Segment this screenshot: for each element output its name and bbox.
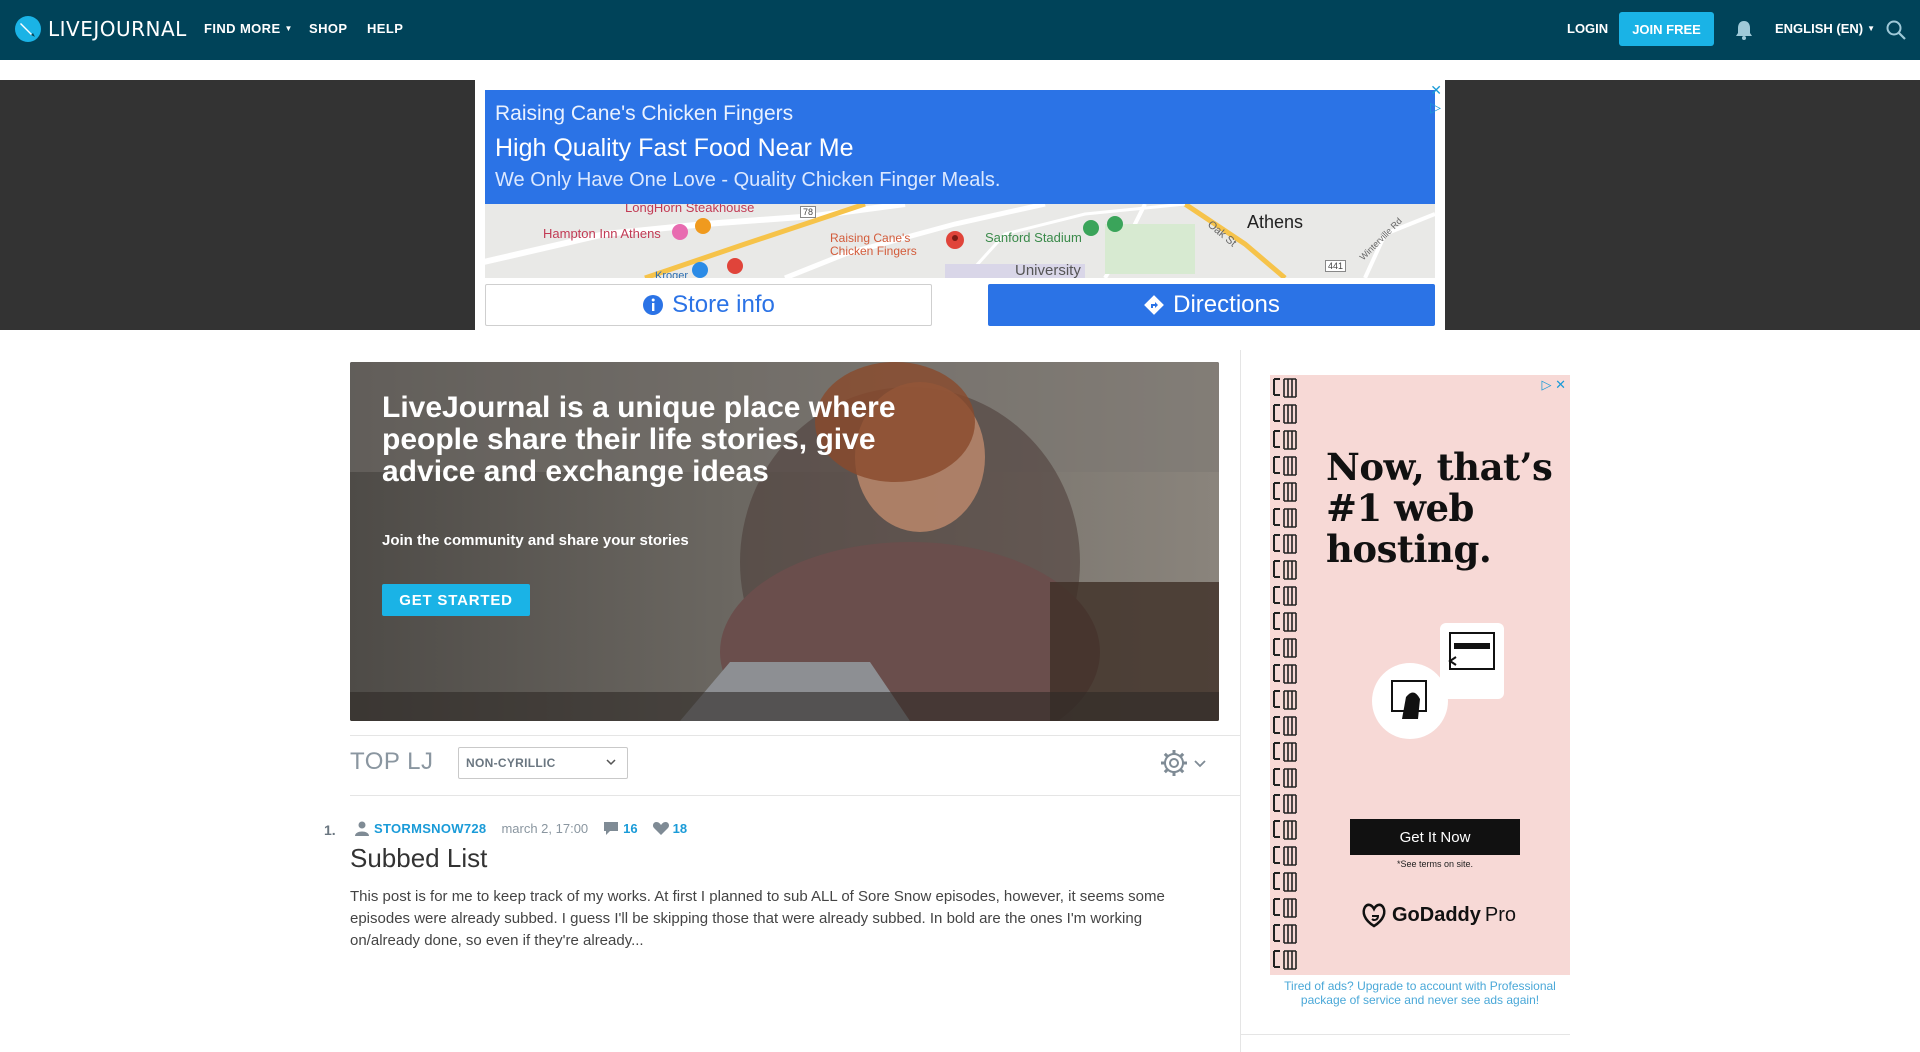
brand-name: GoDaddy <box>1392 903 1481 926</box>
caret-down-icon: ▼ <box>1867 24 1876 33</box>
nav-find-more-label: FIND MORE <box>204 21 281 36</box>
caret-down-icon: ▼ <box>284 24 293 33</box>
heart-icon[interactable] <box>652 820 670 836</box>
map-label-steakhouse: LongHorn Steakhouse <box>625 204 755 215</box>
column-divider <box>1240 350 1241 1052</box>
ad-pattern <box>1270 375 1302 975</box>
nav-help-label: HELP <box>367 21 404 36</box>
comment-icon[interactable] <box>602 820 620 836</box>
sidebar-ad-headline: Now, that’s #1 web hosting. <box>1326 445 1553 571</box>
hosting-illustration <box>1372 623 1504 739</box>
gear-icon[interactable] <box>1159 748 1189 778</box>
sidebar-ad-terms: *See terms on site. <box>1396 859 1474 869</box>
filter-value: NON-CYRILLIC <box>466 756 556 770</box>
map-label-athens: Athens <box>1247 212 1304 232</box>
ad-header[interactable]: Raising Cane's Chicken Fingers High Qual… <box>485 90 1435 204</box>
bell-icon[interactable] <box>1733 19 1755 41</box>
post-title[interactable]: Subbed List <box>350 843 487 874</box>
language-selector[interactable]: ENGLISH (EN) ▼ <box>1775 21 1875 36</box>
map-label-university: University <box>1015 262 1081 278</box>
language-label: ENGLISH (EN) <box>1775 21 1864 36</box>
divider <box>350 735 1240 736</box>
adchoices-icon[interactable]: ▷ ✕ <box>1541 377 1566 393</box>
godaddy-icon <box>1362 903 1386 928</box>
sidebar-ad[interactable]: Now, that’s #1 web hosting. Get It Now *… <box>1270 375 1570 975</box>
join-free-button[interactable]: JOIN FREE <box>1619 12 1714 46</box>
get-started-button[interactable]: GET STARTED <box>382 584 530 616</box>
nav-shop[interactable]: SHOP <box>309 21 347 36</box>
post-username[interactable]: STORMSNOW728 <box>374 821 486 836</box>
info-icon <box>643 295 664 315</box>
like-count[interactable]: 18 <box>673 821 687 836</box>
directions-label: Directions <box>1173 291 1280 318</box>
map-label-route78: 78 <box>800 206 817 218</box>
map-label-kroger: Kroger <box>655 270 689 278</box>
ad-advertiser: Raising Cane's Chicken Fingers <box>495 102 794 125</box>
top-navigation-bar: LIVEJOURNAL FIND MORE ▼ SHOP HELP LOGIN … <box>0 0 1920 60</box>
logo-text: LIVEJOURNAL <box>48 17 187 41</box>
godaddy-logo: GoDaddy Pro <box>1360 902 1516 928</box>
nav-help[interactable]: HELP <box>367 21 403 36</box>
search-icon[interactable] <box>1885 19 1907 41</box>
nav-find-more[interactable]: FIND MORE ▼ <box>204 21 293 36</box>
livejournal-logo[interactable]: LIVEJOURNAL <box>14 14 187 44</box>
directions-button[interactable]: Directions <box>988 284 1435 326</box>
map-label-route441: 441 <box>1325 260 1347 272</box>
get-it-now-button[interactable]: Get It Now <box>1350 819 1520 855</box>
divider <box>1240 1034 1570 1035</box>
chevron-down-icon[interactable] <box>1193 756 1207 770</box>
hero-subtitle: Join the community and share your storie… <box>382 532 689 549</box>
login-link[interactable]: LOGIN <box>1567 21 1608 36</box>
map-label-hampton: Hampton Inn Athens <box>543 226 661 241</box>
directions-icon <box>1144 295 1165 315</box>
nav-shop-label: SHOP <box>309 21 348 36</box>
brand-suffix: Pro <box>1484 903 1517 926</box>
livejournal-logo-icon <box>15 16 41 42</box>
post-date: march 2, 17:00 <box>501 820 589 836</box>
map-label-canes: Raising Cane's Chicken Fingers <box>830 231 917 258</box>
ad-headline: High Quality Fast Food Near Me <box>495 134 854 162</box>
map-label-stadium: Sanford Stadium <box>985 230 1082 245</box>
post-rank: 1. <box>324 822 336 838</box>
comment-count[interactable]: 16 <box>623 821 637 836</box>
adchoices-icon[interactable]: ✕ ▷ <box>1430 82 1442 116</box>
hero-title: LiveJournal is a unique place where peop… <box>382 391 896 488</box>
user-icon <box>355 821 369 836</box>
top-lj-title: TOP LJ <box>350 748 434 775</box>
upgrade-note-link[interactable]: Tired of ads? Upgrade to account with Pr… <box>1268 979 1572 1007</box>
post-meta: STORMSNOW728 march 2, 17:00 16 18 <box>354 820 687 836</box>
chevron-down-icon <box>606 759 616 766</box>
ad-description: We Only Have One Love - Quality Chicken … <box>495 169 1001 191</box>
divider <box>350 795 1240 796</box>
top-ad-banner[interactable]: Raising Cane's Chicken Fingers High Qual… <box>475 80 1445 330</box>
ad-map[interactable]: LongHorn Steakhouse Hampton Inn Athens R… <box>485 204 1435 278</box>
store-info-button[interactable]: Store info <box>485 284 932 326</box>
hero-banner: LiveJournal is a unique place where peop… <box>350 362 1219 721</box>
store-info-label: Store info <box>672 291 775 318</box>
post-excerpt[interactable]: This post is for me to keep track of my … <box>350 886 1180 952</box>
language-filter-select[interactable]: NON-CYRILLIC <box>458 747 628 779</box>
